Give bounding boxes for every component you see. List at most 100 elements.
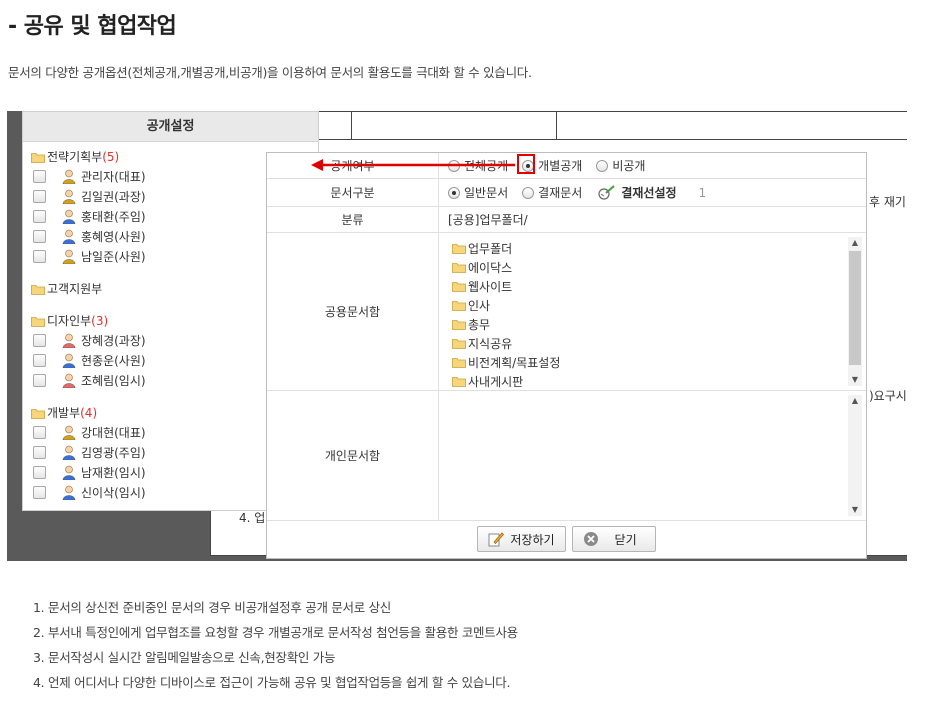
user-icon [62,189,76,204]
close-button[interactable]: 닫기 [571,526,656,552]
doctype-radio-label: 결재문서 [538,186,583,200]
page-title: - 공유 및 협업작업 [8,14,177,39]
folder-icon [452,301,466,311]
department-count: (4) [80,406,98,420]
member-checkbox[interactable] [33,353,46,367]
personal-list-scrollbar[interactable]: ▲ ▼ [848,395,862,516]
folder-item[interactable]: 웹사이트 [452,277,866,296]
folder-icon [31,152,45,163]
doctype-radio-option[interactable]: 결재문서 [522,184,582,201]
member-checkbox[interactable] [33,373,46,387]
member-checkbox[interactable] [33,209,46,223]
department-count: (5) [102,150,120,164]
department-name: 전략기획부 [47,150,103,164]
user-icon [62,229,76,244]
pencil-icon [488,532,505,547]
member-checkbox[interactable] [33,229,46,243]
shared-folder-list[interactable]: 업무폴더에이닥스 웹사이트 인사총무지식공유비전계획/목표설정사내게시판 ▲ ▼ [440,233,866,390]
user-icon [62,209,76,224]
document-settings-dialog: 공개여부 전체공개개별공개비공개 문서구분 일반문서결재문서 결재선설정 1 분… [266,152,867,559]
member-checkbox[interactable] [33,169,46,183]
screenshot-frame: 후 재기 )요구시 4. 업 공개설정 전략기획부 (5) 관리자(대표) 김일권(과… [7,111,907,561]
user-icon [62,333,76,348]
member-name: 남일준(사원) [81,249,146,264]
user-icon [62,465,76,480]
user-icon [62,425,76,440]
folder-name: 지식공유 [468,337,513,351]
feature-notes: 1. 문서의 상신전 준비중인 문서의 경우 비공개설정후 공개 문서로 상신 2… [33,600,518,700]
shared-box-row: 공용문서함 업무폴더에이닥스 웹사이트 인사총무지식공유비전계획/목표설정사내게시판… [267,233,866,391]
doctype-radio-option[interactable]: 일반문서 [448,184,508,201]
red-arrow-icon [311,159,515,171]
member-checkbox[interactable] [33,425,46,439]
approval-setting-button[interactable]: 결재선설정 [598,184,677,201]
background-text-3: 4. 업 [239,511,266,525]
radio-icon[interactable] [522,186,535,199]
shared-box-label: 공용문서함 [267,233,439,390]
user-icon [62,169,76,184]
shared-list-scrollbar[interactable]: ▲ ▼ [848,237,862,386]
member-name: 김일권(과장) [81,189,146,204]
folder-icon [452,377,466,387]
category-row: 분류 [공용]업무폴더/ [267,207,866,233]
folder-name: 비전계획/목표설정 [468,356,561,370]
user-icon [62,373,76,388]
radio-icon[interactable] [448,186,460,199]
member-name: 신이삭(임시) [81,485,146,500]
doctype-row: 문서구분 일반문서 결재문서 결재선설정 1 [267,179,866,207]
save-button[interactable]: 저장하기 [477,526,566,552]
member-name: 김영광(주임) [81,445,146,460]
folder-item[interactable]: 총무 [452,315,866,334]
highlight-box [517,154,535,174]
folder-icon [31,316,45,327]
folder-item[interactable]: 업무폴더 [452,239,866,258]
scroll-up-icon[interactable]: ▲ [848,395,862,407]
folder-name: 총무 [468,318,491,332]
scroll-down-icon[interactable]: ▼ [848,504,862,516]
user-icon [62,445,76,460]
public-radio-label: 개별공개 [538,159,583,173]
personal-folder-list[interactable]: ▲ ▼ [440,391,866,520]
member-checkbox[interactable] [33,445,46,459]
folder-item[interactable]: 인사 [452,296,866,315]
close-circle-icon [583,532,598,546]
folder-icon [452,282,466,292]
user-icon [62,353,76,368]
radio-icon[interactable] [596,159,609,172]
scroll-down-icon[interactable]: ▼ [848,374,862,386]
folder-item[interactable]: 지식공유 [452,334,866,353]
folder-item[interactable]: 에이닥스 [452,258,866,277]
member-name: 관리자(대표) [81,169,146,184]
background-text-1: 후 재기 [869,195,906,209]
category-value: [공용]업무폴더/ [448,213,528,227]
member-name: 장혜경(과장) [81,333,146,348]
user-icon [62,485,76,500]
dialog-button-bar: 저장하기 닫기 [267,520,866,558]
member-checkbox[interactable] [33,189,46,203]
folder-icon [452,358,466,368]
folder-icon [452,263,466,273]
member-name: 조혜림(임시) [81,373,146,388]
member-name: 홍혜영(사원) [81,229,146,244]
folder-item[interactable]: 비전계획/목표설정 [452,353,866,372]
scroll-up-icon[interactable]: ▲ [848,237,862,249]
member-name: 남재환(임시) [81,465,146,480]
scroll-thumb[interactable] [849,251,861,365]
member-checkbox[interactable] [33,333,46,347]
public-radio-option[interactable]: 비공개 [596,157,645,174]
folder-icon [452,320,466,330]
background-text-2: )요구시 [869,389,907,403]
member-checkbox[interactable] [33,249,46,263]
member-checkbox[interactable] [33,485,46,499]
doctype-label: 문서구분 [267,179,439,206]
doctype-radio-label: 일반문서 [464,186,509,200]
approval-count: 1 [698,185,707,200]
close-label: 닫기 [614,532,637,547]
folder-icon [452,339,466,349]
doctype-options: 일반문서 결재문서 결재선설정 1 [440,179,866,206]
folder-icon [31,284,45,295]
member-checkbox[interactable] [33,465,46,479]
folder-item[interactable]: 사내게시판 [452,372,866,391]
folder-name: 업무폴더 [468,242,513,256]
note-item: 1. 문서의 상신전 준비중인 문서의 경우 비공개설정후 공개 문서로 상신 [33,600,391,615]
